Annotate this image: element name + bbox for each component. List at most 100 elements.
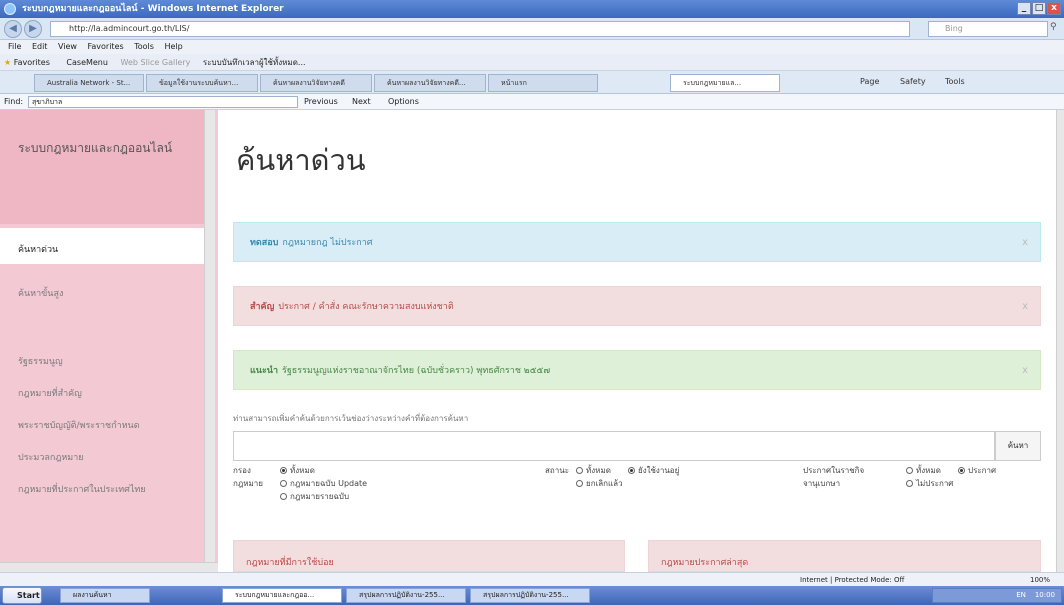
safety-menu[interactable]: Safety	[900, 77, 926, 86]
alert-info: ทดสอบ กฎหมายกฎ ไม่ประกาศ x	[233, 222, 1041, 262]
search-icon[interactable]: ⚲	[1050, 22, 1057, 32]
publish-option-all[interactable]: ทั้งหมด	[906, 464, 941, 477]
sidebar-item-important-laws[interactable]: กฎหมายที่สำคัญ	[18, 386, 82, 400]
sidebar-item-quick-search[interactable]: ค้นหาด่วน	[0, 228, 210, 264]
find-bar: Find: สุขาภิบาล Previous Next Options	[0, 94, 1064, 110]
publish-label: ประกาศในราชกิจจานุเบกษา	[803, 466, 865, 488]
sidebar-item-published-laws[interactable]: กฎหมายที่ประกาศในประเทศไทย	[18, 482, 146, 496]
task-report-1[interactable]: สรุปผลการปฏิบัติงาน-255...	[346, 588, 466, 603]
search-hint: ท่านสามารถเพิ่มคำค้นด้วยการเว้นช่องว่างร…	[233, 414, 469, 423]
tab-law-system[interactable]: ระบบกฎหมายแล...	[670, 74, 780, 92]
maximize-button[interactable]: □	[1032, 2, 1046, 15]
close-icon[interactable]: x	[1022, 223, 1028, 263]
status-bar: Internet | Protected Mode: Off 100%	[0, 572, 1064, 586]
status-label: สถานะ	[545, 466, 569, 475]
menu-file[interactable]: File	[8, 42, 21, 51]
status-option-active[interactable]: ยังใช้งานอยู่	[628, 464, 679, 477]
radio-icon	[576, 467, 583, 474]
system-tray: EN 10:00	[932, 588, 1062, 603]
task-law-system[interactable]: ระบบกฎหมายและกฎออ...	[222, 588, 342, 603]
radio-icon	[906, 467, 913, 474]
forward-button[interactable]: ▶	[24, 20, 42, 38]
tab-research-2[interactable]: ค้นหาผลงานวิจัยทางคดี...	[374, 74, 486, 92]
menu-edit[interactable]: Edit	[32, 42, 48, 51]
panel-frequent-laws: กฎหมายที่มีการใช้บ่อย	[233, 540, 625, 572]
find-options-button[interactable]: Options	[388, 94, 419, 110]
filter-label: กรอง กฎหมาย	[233, 466, 263, 488]
panel-latest-laws: กฎหมายประกาศล่าสุด	[648, 540, 1041, 572]
minimize-button[interactable]: _	[1017, 2, 1031, 15]
window-titlebar: ระบบกฎหมายและกฎออนไลน์ - Windows Interne…	[0, 0, 1064, 18]
close-icon[interactable]: x	[1022, 351, 1028, 391]
tab-australia-network[interactable]: Australia Network - St...	[34, 74, 144, 92]
radio-icon	[906, 480, 913, 487]
sidebar-item-advanced-search[interactable]: ค้นหาขั้นสูง	[18, 286, 63, 300]
fav-item-timelog[interactable]: ระบบบันทึกเวลาผู้ใช้ทั้งหมด...	[203, 58, 306, 67]
internet-zone: Internet | Protected Mode: Off	[800, 576, 905, 584]
find-label: Find:	[4, 97, 24, 106]
alert-danger-link[interactable]: ประกาศ / คำสั่ง คณะรักษาความสงบแห่งชาติ	[278, 302, 453, 312]
find-input[interactable]: สุขาภิบาล	[28, 96, 298, 108]
publish-option-published[interactable]: ประกาศ	[958, 464, 996, 477]
alert-success: แนะนำ รัฐธรรมนูญแห่งราชอาณาจักรไทย (ฉบับช…	[233, 350, 1041, 390]
start-button[interactable]: Start	[2, 587, 42, 604]
main-scrollbar[interactable]	[1056, 110, 1064, 572]
tab-search-system[interactable]: ข้อมูลใช้งานระบบค้นหา...	[146, 74, 258, 92]
menu-tools[interactable]: Tools	[134, 42, 154, 51]
zoom-level[interactable]: 100%	[1030, 573, 1050, 587]
search-button[interactable]: ค้นหา	[995, 431, 1041, 461]
radio-icon	[280, 467, 287, 474]
taskbar: Start ผลงานค้นหา ระบบกฎหมายและกฎออ... สร…	[0, 586, 1064, 605]
tab-research-1[interactable]: ค้นหาผลงานวิจัยทางคดี	[260, 74, 372, 92]
radio-icon	[576, 480, 583, 487]
sidebar-item-codes[interactable]: ประมวลกฎหมาย	[18, 450, 84, 464]
star-icon: ★	[4, 58, 12, 67]
sidebar-item-constitution[interactable]: รัฐธรรมนูญ	[18, 354, 63, 368]
radio-icon	[280, 493, 287, 500]
search-input[interactable]	[233, 431, 995, 461]
find-next-button[interactable]: Next	[352, 94, 371, 110]
filter-option-update[interactable]: กฎหมายฉบับ Update	[280, 477, 367, 490]
window-title: ระบบกฎหมายและกฎออนไลน์ - Windows Interne…	[22, 4, 284, 14]
status-option-cancelled[interactable]: ยกเลิกแล้ว	[576, 477, 623, 490]
menu-bar: File Edit View Favorites Tools Help	[0, 40, 1064, 54]
filter-option-all[interactable]: ทั้งหมด	[280, 464, 315, 477]
menu-view[interactable]: View	[58, 42, 77, 51]
radio-icon	[280, 480, 287, 487]
task-search-results[interactable]: ผลงานค้นหา	[60, 588, 150, 603]
clock[interactable]: 10:00	[1035, 591, 1055, 599]
fav-item-casemenu[interactable]: CaseMenu	[66, 58, 108, 67]
main-content: ค้นหาด่วน ทดสอบ กฎหมายกฎ ไม่ประกาศ x สำคั…	[218, 110, 1056, 572]
close-icon[interactable]: x	[1022, 287, 1028, 327]
ie-logo-icon	[4, 3, 16, 15]
alert-danger-strong: สำคัญ	[250, 302, 275, 312]
search-field[interactable]: Bing	[928, 21, 1048, 37]
tab-home[interactable]: หน้าแรก	[488, 74, 598, 92]
menu-help[interactable]: Help	[164, 42, 182, 51]
fav-item-webslice[interactable]: Web Slice Gallery	[121, 58, 191, 67]
back-button[interactable]: ◀	[4, 20, 22, 38]
menu-favorites[interactable]: Favorites	[88, 42, 124, 51]
tools-menu[interactable]: Tools	[945, 77, 965, 86]
sidebar-scrollbar[interactable]	[204, 110, 215, 562]
radio-icon	[628, 467, 635, 474]
find-previous-button[interactable]: Previous	[304, 94, 338, 110]
task-report-2[interactable]: สรุปผลการปฏิบัติงาน-255...	[470, 588, 590, 603]
alert-success-link[interactable]: รัฐธรรมนูญแห่งราชอาณาจักรไทย (ฉบับชั่วคร…	[282, 366, 550, 376]
tab-bar: Australia Network - St... ข้อมูลใช้งานระ…	[0, 71, 1064, 94]
page-menu[interactable]: Page	[860, 77, 879, 86]
publish-option-unpublished[interactable]: ไม่ประกาศ	[906, 477, 953, 490]
site-title[interactable]: ระบบกฎหมายและกฎออนไลน์	[0, 110, 210, 224]
favorites-label[interactable]: Favorites	[14, 58, 50, 67]
alert-danger: สำคัญ ประกาศ / คำสั่ง คณะรักษาความสงบแห่ง…	[233, 286, 1041, 326]
filter-option-single[interactable]: กฎหมายรายฉบับ	[280, 490, 349, 503]
sidebar-item-acts[interactable]: พระราชบัญญัติ/พระราชกำหนด	[18, 418, 140, 432]
alert-success-strong: แนะนำ	[250, 366, 278, 376]
sidebar: ระบบกฎหมายและกฎออนไลน์ ค้นหาด่วน ค้นหาขั…	[0, 110, 218, 572]
close-window-button[interactable]: x	[1047, 2, 1061, 15]
alert-info-link[interactable]: กฎหมายกฎ ไม่ประกาศ	[282, 238, 372, 248]
favorites-bar: ★ Favorites CaseMenu Web Slice Gallery ร…	[0, 54, 1064, 71]
language-indicator[interactable]: EN	[1016, 591, 1026, 599]
url-field[interactable]: http://la.admincourt.go.th/LIS/	[50, 21, 910, 37]
status-option-all[interactable]: ทั้งหมด	[576, 464, 611, 477]
